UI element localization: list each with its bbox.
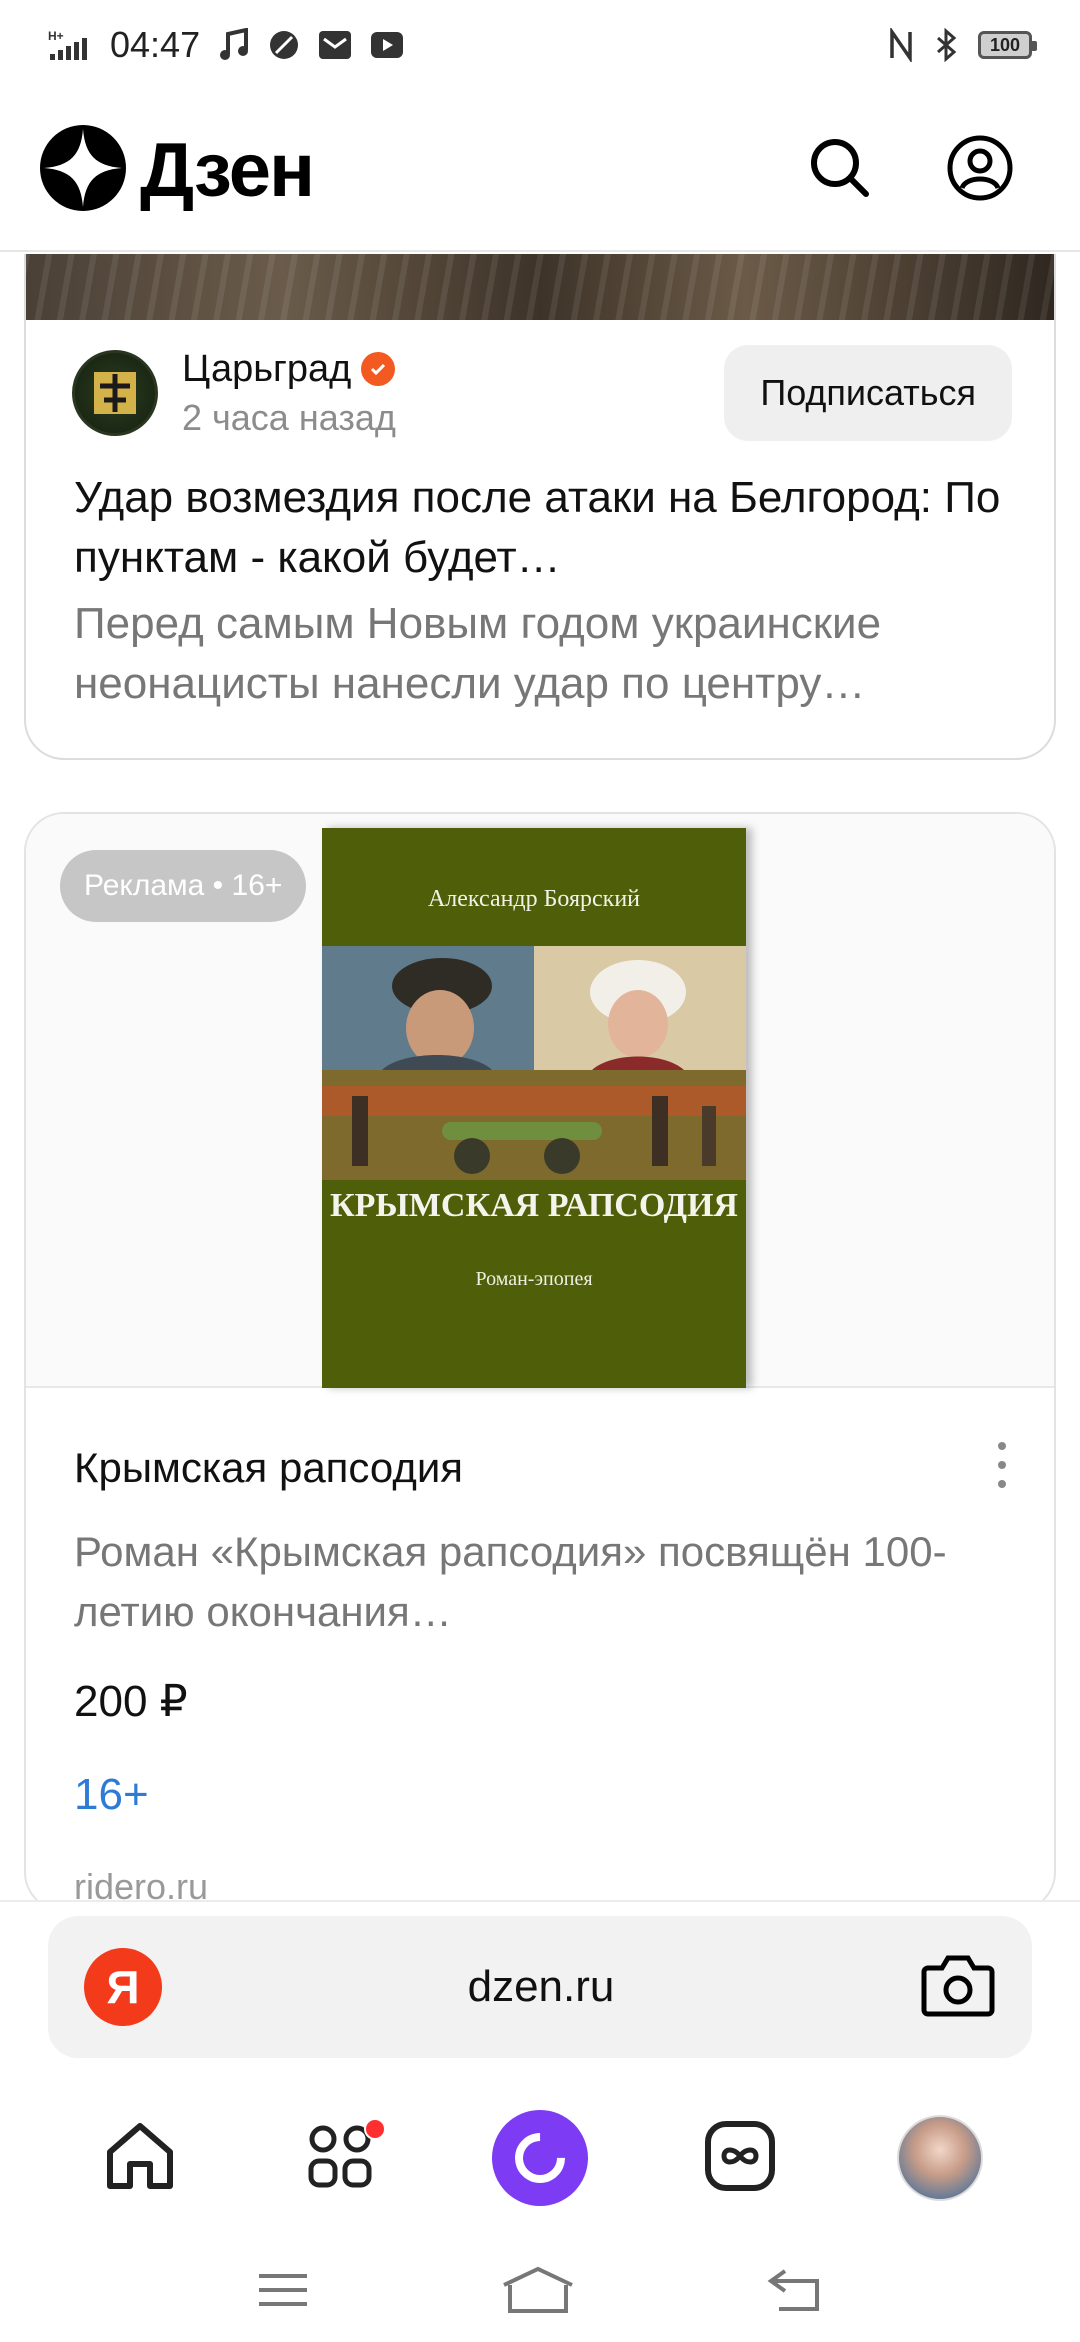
channel-avatar[interactable]	[72, 350, 158, 436]
browser-bottom-bar: Я dzen.ru	[0, 1900, 1080, 2340]
post-card[interactable]: Царьград 2 часа назад Подписаться Удар в…	[24, 254, 1056, 760]
signal-icon: H+	[48, 28, 92, 62]
more-options-icon[interactable]	[994, 1442, 1010, 1488]
svg-text:H+: H+	[48, 29, 64, 43]
back-icon[interactable]	[765, 2267, 825, 2318]
subscriptions-icon	[702, 2118, 778, 2199]
subscribe-button[interactable]: Подписаться	[724, 345, 1012, 441]
channel-row: Царьград 2 часа назад Подписаться	[72, 345, 1012, 441]
nfc-icon	[888, 28, 914, 62]
profile-icon[interactable]	[946, 134, 1014, 207]
channel-meta: Царьград 2 часа назад	[182, 348, 396, 439]
home-icon	[100, 2116, 180, 2201]
status-left: H+ 04:47	[48, 24, 404, 66]
ad-price: 200 ₽	[74, 1677, 188, 1726]
channel-name[interactable]: Царьград	[182, 348, 351, 391]
home-nav-icon[interactable]	[500, 2265, 576, 2320]
bottom-nav	[0, 2098, 1080, 2218]
battery-icon: 100	[978, 31, 1037, 59]
book-title: КРЫМСКАЯ РАПСОДИЯ	[330, 1187, 738, 1224]
channel-name-row: Царьград	[182, 348, 396, 391]
feed[interactable]: Царьград 2 часа назад Подписаться Удар в…	[0, 254, 1080, 1900]
ad-body[interactable]: Крымская рапсодия Роман «Крымская рапсод…	[26, 1390, 1054, 1900]
leaf-icon	[268, 29, 300, 61]
address-bar[interactable]: Я dzen.ru	[48, 1916, 1032, 2058]
nav-subscriptions[interactable]	[690, 2108, 790, 2208]
app-header: Дзен	[0, 90, 1080, 252]
alice-icon	[492, 2110, 588, 2206]
status-right: 100	[888, 28, 1037, 62]
ad-title[interactable]: Крымская рапсодия	[74, 1444, 463, 1492]
mail-icon	[318, 30, 352, 60]
ad-card[interactable]: Реклама • 16+ Александр Боярский КРЫМСКА…	[24, 812, 1056, 1900]
book-cover-illustration	[322, 946, 746, 1180]
notification-dot	[364, 2118, 386, 2140]
url-text[interactable]: dzen.ru	[162, 1962, 920, 2012]
ad-media[interactable]: Реклама • 16+ Александр Боярский КРЫМСКА…	[26, 814, 1054, 1388]
book-cover[interactable]: Александр Боярский КРЫМСКАЯ РАПСОДИЯ Ром…	[322, 828, 746, 1388]
status-bar: H+ 04:47 100	[0, 0, 1080, 90]
camera-icon[interactable]	[920, 1952, 996, 2023]
verified-icon	[361, 352, 396, 386]
yandex-logo-icon[interactable]: Я	[84, 1948, 162, 2026]
dzen-logo[interactable]: Дзен	[40, 124, 315, 216]
nav-alice[interactable]	[490, 2108, 590, 2208]
youtube-icon	[370, 31, 404, 59]
book-author: Александр Боярский	[427, 886, 641, 912]
system-navigation	[0, 2242, 1080, 2342]
nav-home[interactable]	[90, 2108, 190, 2208]
search-icon[interactable]	[808, 136, 872, 205]
music-icon	[218, 28, 250, 62]
book-subtitle: Роман-эпопея	[475, 1268, 593, 1290]
ad-domain[interactable]: ridero.ru	[74, 1866, 208, 1900]
post-image[interactable]	[26, 254, 1054, 320]
header-actions	[808, 134, 1040, 207]
nav-profile[interactable]	[890, 2108, 990, 2208]
ad-description[interactable]: Роман «Крымская рапсодия» посвящён 100-л…	[74, 1522, 974, 1642]
logo-text: Дзен	[140, 127, 315, 213]
dzen-logo-icon	[40, 124, 126, 216]
post-time: 2 часа назад	[182, 396, 396, 438]
ad-badge: Реклама • 16+	[60, 850, 307, 922]
user-avatar	[897, 2115, 983, 2201]
menu-icon[interactable]	[255, 2270, 311, 2315]
status-time: 04:47	[110, 24, 201, 65]
nav-services[interactable]	[290, 2108, 390, 2208]
bluetooth-icon	[934, 28, 958, 62]
post-title[interactable]: Удар возмездия после атаки на Белгород: …	[74, 468, 1004, 588]
ad-age-rating[interactable]: 16+	[74, 1770, 149, 1820]
post-excerpt[interactable]: Перед самым Новым годом украинские неона…	[74, 594, 1004, 714]
